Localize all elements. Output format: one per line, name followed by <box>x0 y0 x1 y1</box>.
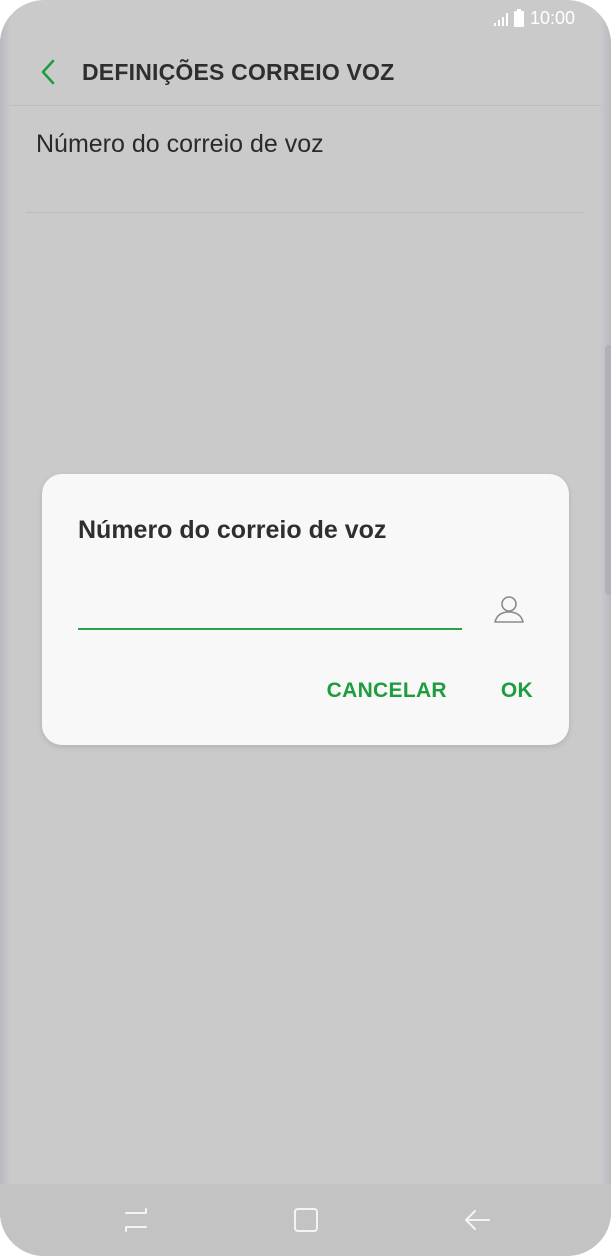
signal-icon <box>493 12 508 26</box>
phone-screen: 10:00 DEFINIÇÕES CORREIO VOZ Número do c… <box>0 0 611 1256</box>
status-time: 10:00 <box>529 8 575 28</box>
screen-edge-right <box>601 0 611 1256</box>
page-title: DEFINIÇÕES CORREIO VOZ <box>82 58 395 85</box>
navigation-bar <box>0 1184 611 1256</box>
chevron-left-icon[interactable] <box>28 52 68 92</box>
contact-person-icon[interactable] <box>492 594 526 624</box>
status-icons: 10:00 <box>493 8 575 29</box>
list-item-label: Número do correio de voz <box>36 130 324 158</box>
screen-edge-left <box>0 0 10 1256</box>
status-bar: 10:00 <box>0 0 611 38</box>
app-header: DEFINIÇÕES CORREIO VOZ <box>10 40 601 104</box>
cancel-button[interactable]: CANCELAR <box>327 679 447 703</box>
dialog-title: Número do correio de voz <box>78 516 387 544</box>
recent-apps-icon[interactable] <box>116 1204 156 1236</box>
dialog-actions: CANCELAR OK <box>327 679 533 703</box>
back-arrow-icon[interactable] <box>457 1204 497 1236</box>
home-icon[interactable] <box>286 1204 326 1236</box>
battery-icon <box>513 8 524 27</box>
list-item-voicemail-number[interactable]: Número do correio de voz <box>26 106 585 213</box>
voicemail-number-dialog: Número do correio de voz CANCELAR OK <box>42 474 569 745</box>
edge-panel-handle[interactable] <box>605 345 611 595</box>
voicemail-number-input[interactable] <box>78 584 462 630</box>
ok-button[interactable]: OK <box>501 679 533 703</box>
